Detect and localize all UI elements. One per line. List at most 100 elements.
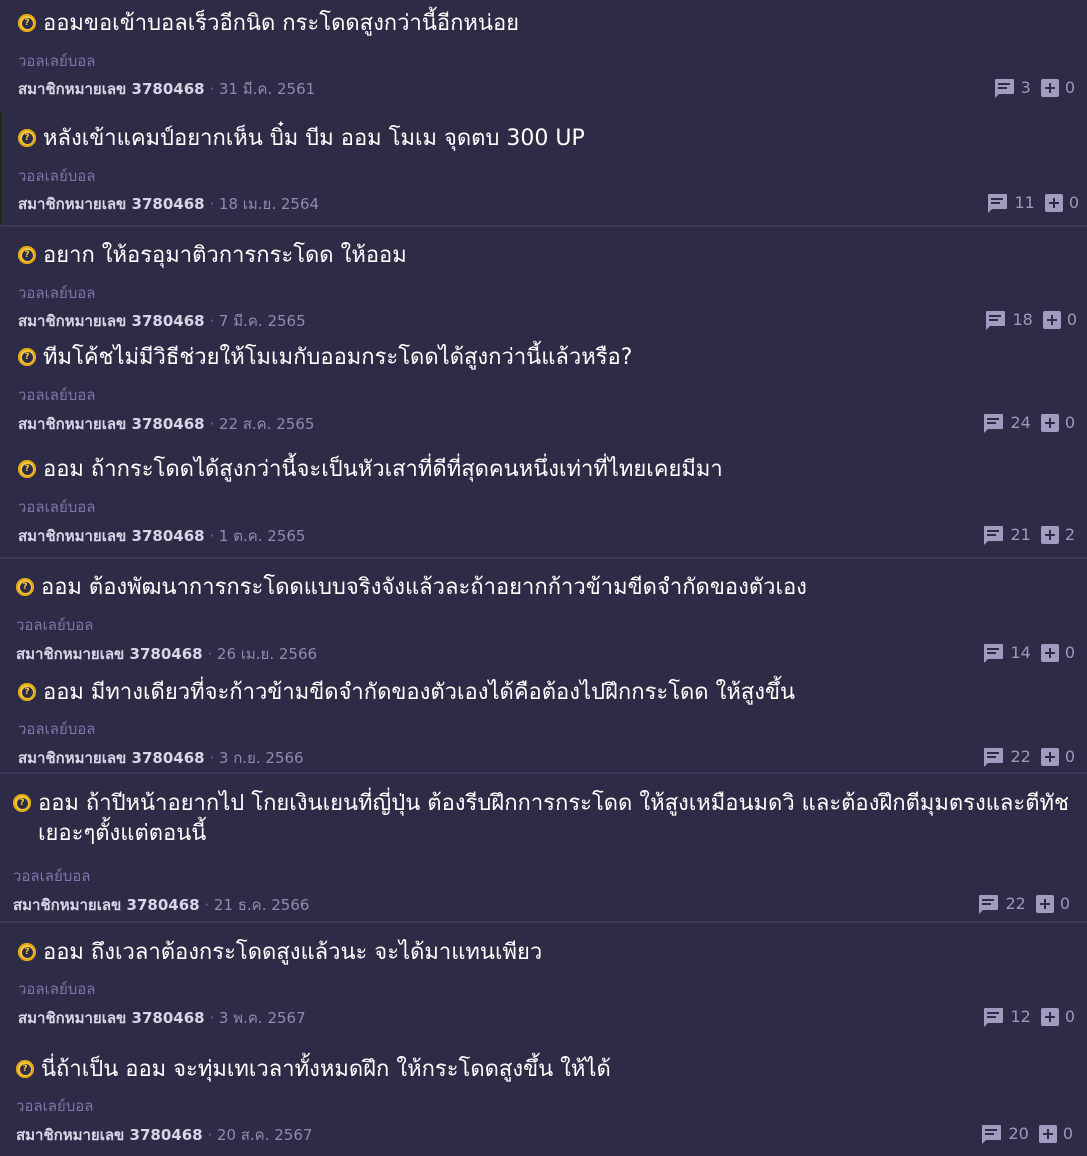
comment-icon bbox=[979, 895, 999, 914]
post-date: 22 ส.ค. 2565 bbox=[218, 415, 315, 433]
topic-title[interactable]: ออม ถ้าปีหน้าอยากไป โกยเงินเยนที่ญี่ปุ่น… bbox=[38, 789, 1087, 849]
author-name[interactable]: สมาชิกหมายเลข 3780468 bbox=[13, 896, 200, 914]
topic-meta: สมาชิกหมายเลข 3780468 · 3 พ.ค. 2567 bbox=[18, 1008, 306, 1028]
vote-count: 2 bbox=[1064, 525, 1075, 544]
topic-tag[interactable]: วอลเลย์บอล bbox=[18, 385, 95, 405]
vote-count: 0 bbox=[1068, 193, 1079, 212]
plus-box-icon bbox=[1040, 414, 1059, 432]
comment-icon bbox=[982, 1125, 1002, 1144]
meta-separator: · bbox=[204, 896, 214, 914]
topic-title-row[interactable]: ? ออมขอเข้าบอลเร็วอีกนิด กระโดดสูงกว่านี… bbox=[18, 9, 519, 39]
topic-tag[interactable]: วอลเลย์บอล bbox=[16, 615, 93, 635]
question-icon: ? bbox=[13, 794, 31, 812]
topic-tag[interactable]: วอลเลย์บอล bbox=[18, 51, 95, 71]
meta-separator: · bbox=[209, 527, 219, 545]
topic-item[interactable]: ? ออม ถ้าปีหน้าอยากไป โกยเงินเยนที่ญี่ปุ… bbox=[0, 772, 1087, 921]
author-name[interactable]: สมาชิกหมายเลข 3780468 bbox=[18, 1009, 205, 1027]
topic-title[interactable]: ออม มีทางเดียวที่จะก้าวข้ามขีดจำกัดของตั… bbox=[43, 678, 795, 708]
comment-icon bbox=[984, 644, 1004, 663]
author-name[interactable]: สมาชิกหมายเลข 3780468 bbox=[18, 312, 205, 330]
meta-separator: · bbox=[209, 1009, 219, 1027]
topic-item[interactable]: ? หลังเข้าแคมป์อยากเห็น บิ๋ม บีม ออม โมเ… bbox=[0, 112, 1087, 225]
topic-counts: 21 2 bbox=[982, 525, 1075, 545]
topic-title-row[interactable]: ? ออม ถ้าปีหน้าอยากไป โกยเงินเยนที่ญี่ปุ… bbox=[13, 789, 1087, 849]
question-icon: ? bbox=[18, 246, 36, 264]
meta-separator: · bbox=[209, 195, 219, 213]
topic-title-row[interactable]: ? ออม ถึงเวลาต้องกระโดดสูงแล้วนะ จะได้มา… bbox=[18, 938, 542, 968]
topic-title-row[interactable]: ? ทีมโค้ชไม่มีวิธีช่วยให้โมเมกับออมกระโด… bbox=[18, 343, 632, 373]
topic-tag[interactable]: วอลเลย์บอล bbox=[18, 719, 95, 739]
post-date: 26 เม.ย. 2566 bbox=[216, 645, 318, 663]
author-name[interactable]: สมาชิกหมายเลข 3780468 bbox=[16, 1126, 203, 1144]
vote-count: 0 bbox=[1064, 413, 1075, 432]
author-name[interactable]: สมาชิกหมายเลข 3780468 bbox=[18, 195, 205, 213]
topic-item[interactable]: ? อยาก ให้อรอุมาติวการกระโดด ให้ออม วอลเ… bbox=[0, 225, 1087, 337]
comment-icon bbox=[994, 79, 1014, 98]
author-name[interactable]: สมาชิกหมายเลข 3780468 bbox=[18, 749, 205, 767]
topic-tag[interactable]: วอลเลย์บอล bbox=[18, 979, 95, 999]
author-name[interactable]: สมาชิกหมายเลข 3780468 bbox=[18, 415, 205, 433]
topic-counts: 3 0 bbox=[993, 78, 1075, 98]
topic-title[interactable]: ออม ถ้ากระโดดได้สูงกว่านี้จะเป็นหัวเสาที… bbox=[43, 455, 723, 485]
topic-item[interactable]: ? ทีมโค้ชไม่มีวิธีช่วยให้โมเมกับออมกระโด… bbox=[0, 337, 1087, 445]
plus-box-icon bbox=[1040, 748, 1059, 766]
comment-count: 3 bbox=[1020, 78, 1031, 97]
comment-count: 22 bbox=[1005, 894, 1026, 913]
topic-title[interactable]: นี่ถ้าเป็น ออม จะทุ่มเทเวลาทั้งหมดฝึก ให… bbox=[41, 1055, 611, 1085]
post-date: 31 มี.ค. 2561 bbox=[218, 80, 316, 98]
topic-title[interactable]: หลังเข้าแคมป์อยากเห็น บิ๋ม บีม ออม โมเม … bbox=[43, 124, 585, 154]
comment-count: 20 bbox=[1008, 1124, 1029, 1143]
topic-counts: 22 0 bbox=[977, 894, 1070, 914]
topic-item[interactable]: ? ออมขอเข้าบอลเร็วอีกนิด กระโดดสูงกว่านี… bbox=[0, 0, 1087, 112]
plus-box-icon bbox=[1040, 526, 1059, 544]
topic-title[interactable]: ออม ถึงเวลาต้องกระโดดสูงแล้วนะ จะได้มาแท… bbox=[43, 938, 542, 968]
comment-icon bbox=[984, 414, 1004, 433]
question-icon: ? bbox=[18, 14, 36, 32]
comment-count: 24 bbox=[1010, 413, 1031, 432]
comment-icon bbox=[984, 1008, 1004, 1027]
topic-counts: 18 0 bbox=[984, 310, 1077, 330]
topic-item[interactable]: ? นี่ถ้าเป็น ออม จะทุ่มเทเวลาทั้งหมดฝึก … bbox=[0, 1040, 1087, 1156]
comment-count: 21 bbox=[1010, 525, 1031, 544]
topic-item[interactable]: ? ออม ถ้ากระโดดได้สูงกว่านี้จะเป็นหัวเสา… bbox=[0, 445, 1087, 557]
topic-tag[interactable]: วอลเลย์บอล bbox=[18, 283, 95, 303]
meta-separator: · bbox=[209, 749, 219, 767]
topic-meta: สมาชิกหมายเลข 3780468 · 18 เม.ย. 2564 bbox=[18, 194, 319, 214]
question-icon: ? bbox=[18, 348, 36, 366]
author-name[interactable]: สมาชิกหมายเลข 3780468 bbox=[16, 645, 203, 663]
topic-title-row[interactable]: ? ออม ถ้ากระโดดได้สูงกว่านี้จะเป็นหัวเสา… bbox=[18, 455, 723, 485]
plus-box-icon bbox=[1040, 1008, 1059, 1026]
question-icon: ? bbox=[18, 460, 36, 478]
author-name[interactable]: สมาชิกหมายเลข 3780468 bbox=[18, 80, 205, 98]
topic-tag[interactable]: วอลเลย์บอล bbox=[18, 166, 95, 186]
author-name[interactable]: สมาชิกหมายเลข 3780468 bbox=[18, 527, 205, 545]
comment-count: 11 bbox=[1014, 193, 1035, 212]
topic-item[interactable]: ? ออม ถึงเวลาต้องกระโดดสูงแล้วนะ จะได้มา… bbox=[0, 921, 1087, 1040]
topic-item[interactable]: ? ออม มีทางเดียวที่จะก้าวข้ามขีดจำกัดของ… bbox=[0, 672, 1087, 772]
topic-title-row[interactable]: ? หลังเข้าแคมป์อยากเห็น บิ๋ม บีม ออม โมเ… bbox=[18, 124, 585, 154]
post-date: 18 เม.ย. 2564 bbox=[218, 195, 320, 213]
topic-title-row[interactable]: ? อยาก ให้อรอุมาติวการกระโดด ให้ออม bbox=[18, 241, 407, 271]
topic-tag[interactable]: วอลเลย์บอล bbox=[18, 497, 95, 517]
comment-count: 22 bbox=[1010, 747, 1031, 766]
topic-meta: สมาชิกหมายเลข 3780468 · 21 ธ.ค. 2566 bbox=[13, 895, 309, 915]
topic-meta: สมาชิกหมายเลข 3780468 · 7 มี.ค. 2565 bbox=[18, 311, 306, 331]
topic-title[interactable]: ออม ต้องพัฒนาการกระโดดแบบจริงจังแล้วละถ้… bbox=[41, 573, 807, 603]
post-date: 7 มี.ค. 2565 bbox=[218, 312, 306, 330]
topic-counts: 24 0 bbox=[982, 413, 1075, 433]
plus-box-icon bbox=[1040, 79, 1059, 97]
meta-separator: · bbox=[207, 1126, 217, 1144]
topic-title-row[interactable]: ? นี่ถ้าเป็น ออม จะทุ่มเทเวลาทั้งหมดฝึก … bbox=[16, 1055, 611, 1085]
topic-title-row[interactable]: ? ออม มีทางเดียวที่จะก้าวข้ามขีดจำกัดของ… bbox=[18, 678, 795, 708]
plus-box-icon bbox=[1035, 895, 1054, 913]
topic-title[interactable]: ทีมโค้ชไม่มีวิธีช่วยให้โมเมกับออมกระโดดไ… bbox=[43, 343, 632, 373]
topic-tag[interactable]: วอลเลย์บอล bbox=[13, 866, 90, 886]
topic-tag[interactable]: วอลเลย์บอล bbox=[16, 1096, 93, 1116]
topic-title[interactable]: อยาก ให้อรอุมาติวการกระโดด ให้ออม bbox=[43, 241, 407, 271]
topic-counts: 14 0 bbox=[982, 643, 1075, 663]
question-icon: ? bbox=[18, 683, 36, 701]
topic-item[interactable]: ? ออม ต้องพัฒนาการกระโดดแบบจริงจังแล้วละ… bbox=[0, 557, 1087, 672]
topic-title-row[interactable]: ? ออม ต้องพัฒนาการกระโดดแบบจริงจังแล้วละ… bbox=[16, 573, 807, 603]
topic-title[interactable]: ออมขอเข้าบอลเร็วอีกนิด กระโดดสูงกว่านี้อ… bbox=[43, 9, 519, 39]
question-icon: ? bbox=[16, 1060, 34, 1078]
